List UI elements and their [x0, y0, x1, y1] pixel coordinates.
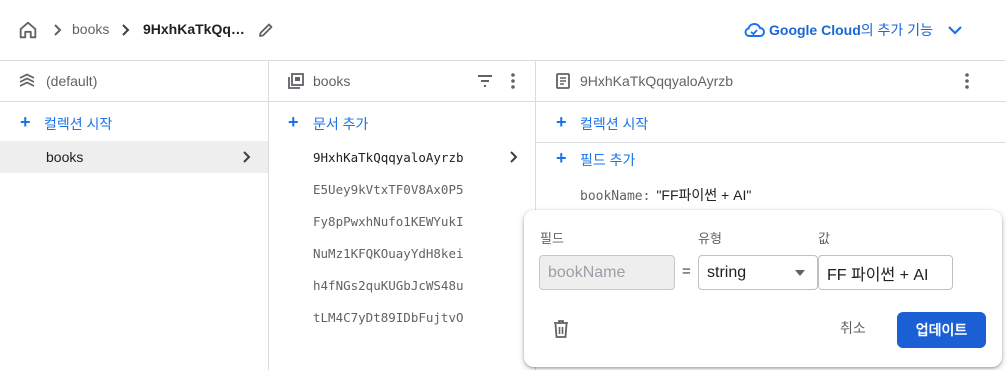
field-label: 필드: [540, 231, 564, 246]
start-subcollection-button[interactable]: + 컬렉션 시작: [536, 105, 1006, 141]
add-document-button[interactable]: + 문서 추가: [269, 105, 535, 141]
more-vert-icon[interactable]: [503, 71, 523, 91]
collection-icon: [288, 73, 304, 89]
add-field-button[interactable]: + 필드 추가: [536, 141, 1006, 177]
breadcrumb-document[interactable]: 9HxhKaTkQqqy…: [143, 21, 248, 37]
chevron-right-icon: [122, 24, 130, 36]
add-document-label: 문서 추가: [313, 116, 369, 132]
start-collection-label: 컬렉션 시작: [44, 116, 113, 132]
field-row[interactable]: bookName: "FF파이썬 + AI": [580, 185, 751, 205]
database-stack-icon: [19, 73, 35, 87]
document-item[interactable]: tLM4C7yDt89IDbFujtvO: [313, 310, 464, 325]
edit-field-dialog: 필드 유형 값 bookName = string FF 파이썬 + AI 취소…: [524, 210, 1002, 367]
plus-icon: +: [556, 112, 567, 132]
plus-icon: +: [20, 112, 31, 132]
filter-icon[interactable]: [476, 73, 494, 89]
cancel-button[interactable]: 취소: [840, 318, 866, 338]
collection-panel: books + 문서 추가 9HxhKaTkQqqyaloAyrzb E5Uey…: [269, 61, 536, 370]
type-select-value: string: [707, 263, 747, 281]
collection-item-books[interactable]: books: [0, 141, 268, 173]
field-name: bookName:: [580, 189, 651, 204]
document-item[interactable]: Fy8pPwxhNufo1KEWYukI: [313, 214, 464, 229]
collection-item-label: books: [46, 149, 84, 165]
plus-icon: +: [556, 148, 567, 168]
equals-sign: =: [682, 263, 691, 280]
document-item[interactable]: E5Uey9kVtxTF0V8Ax0P5: [313, 182, 464, 197]
field-value: "FF파이썬 + AI": [656, 187, 752, 203]
google-cloud-brand: Google Cloud: [769, 22, 861, 38]
document-panel-header: 9HxhKaTkQqqyaloAyrzb: [536, 61, 1006, 102]
breadcrumb-books[interactable]: books: [72, 21, 109, 37]
more-vert-icon[interactable]: [957, 71, 977, 91]
root-panel: (default) + 컬렉션 시작 books: [0, 61, 269, 370]
collection-panel-header: books: [269, 61, 535, 102]
collection-panel-title: books: [313, 73, 351, 89]
document-icon: [556, 73, 570, 89]
chevron-down-icon[interactable]: [946, 23, 964, 37]
value-input[interactable]: FF 파이썬 + AI: [818, 255, 953, 290]
chevron-right-icon: [510, 151, 518, 163]
top-bar: books 9HxhKaTkQqqy… Google Cloud의 추가 기능: [0, 0, 1006, 61]
dropdown-arrow-icon: [795, 270, 805, 276]
plus-icon: +: [288, 112, 299, 132]
trash-icon[interactable]: [552, 319, 570, 339]
start-subcollection-label: 컬렉션 시작: [580, 116, 649, 132]
value-label: 값: [818, 231, 830, 246]
field-name-input: bookName: [539, 255, 675, 290]
document-panel-title: 9HxhKaTkQqqyaloAyrzb: [580, 73, 734, 89]
chevron-right-icon: [243, 151, 251, 163]
root-panel-header: (default): [0, 61, 268, 102]
root-panel-title: (default): [46, 73, 98, 89]
google-cloud-suffix: 의 추가 기능: [860, 22, 933, 38]
update-button[interactable]: 업데이트: [897, 312, 986, 348]
start-collection-button[interactable]: + 컬렉션 시작: [0, 105, 268, 141]
document-item[interactable]: h4fNGs2quKUGbJcWS48u: [313, 278, 464, 293]
document-item[interactable]: 9HxhKaTkQqqyaloAyrzb: [313, 150, 464, 165]
chevron-right-icon: [54, 24, 62, 36]
add-field-label: 필드 추가: [580, 152, 636, 168]
document-item[interactable]: NuMz1KFQKOuayYdH8kei: [313, 246, 464, 261]
home-icon[interactable]: [17, 19, 39, 41]
pencil-icon[interactable]: [257, 21, 275, 39]
cloud-icon: [744, 22, 765, 37]
google-cloud-features-link[interactable]: Google Cloud 의 추가 기능: [743, 20, 933, 40]
type-select[interactable]: string: [698, 255, 818, 290]
type-label: 유형: [698, 231, 722, 246]
